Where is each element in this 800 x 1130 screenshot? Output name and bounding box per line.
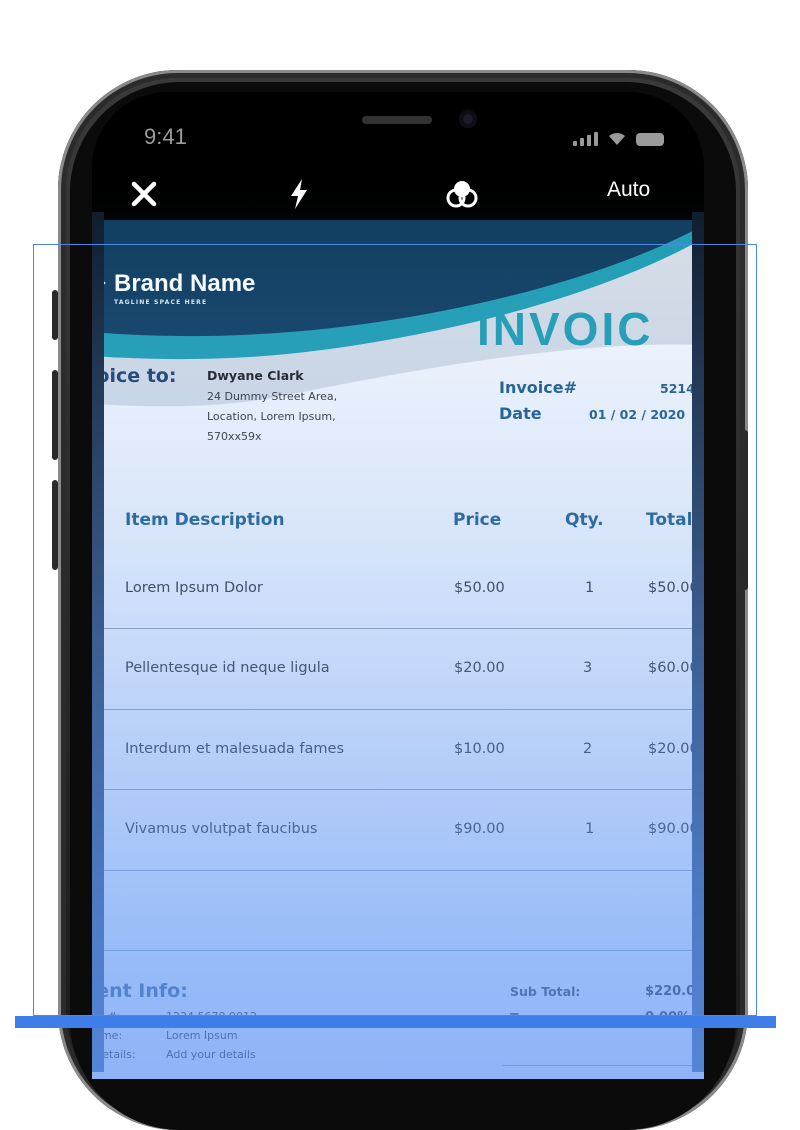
flash-button[interactable]: [284, 174, 314, 214]
flash-icon: [291, 179, 307, 209]
scan-detection-frame: [33, 244, 757, 1016]
status-time: 9:41: [144, 124, 187, 149]
speaker-grille: [362, 116, 432, 124]
scan-line: [15, 1016, 776, 1028]
filter-button[interactable]: [444, 174, 480, 214]
status-indicators: [573, 130, 664, 146]
filter-icon: [446, 181, 478, 208]
details-value: Add your details: [166, 1048, 256, 1061]
signal-icon: [573, 132, 598, 146]
camera-toolbar: Auto: [92, 172, 704, 227]
notch: [242, 92, 548, 154]
battery-icon: [636, 133, 664, 146]
front-camera: [459, 110, 477, 128]
wifi-icon: [609, 132, 625, 145]
auto-mode-button[interactable]: Auto: [607, 178, 650, 202]
close-button[interactable]: [124, 174, 164, 214]
summary-divider: [502, 1065, 702, 1066]
close-icon: [131, 181, 157, 207]
name-value: Lorem Ipsum: [166, 1029, 238, 1042]
